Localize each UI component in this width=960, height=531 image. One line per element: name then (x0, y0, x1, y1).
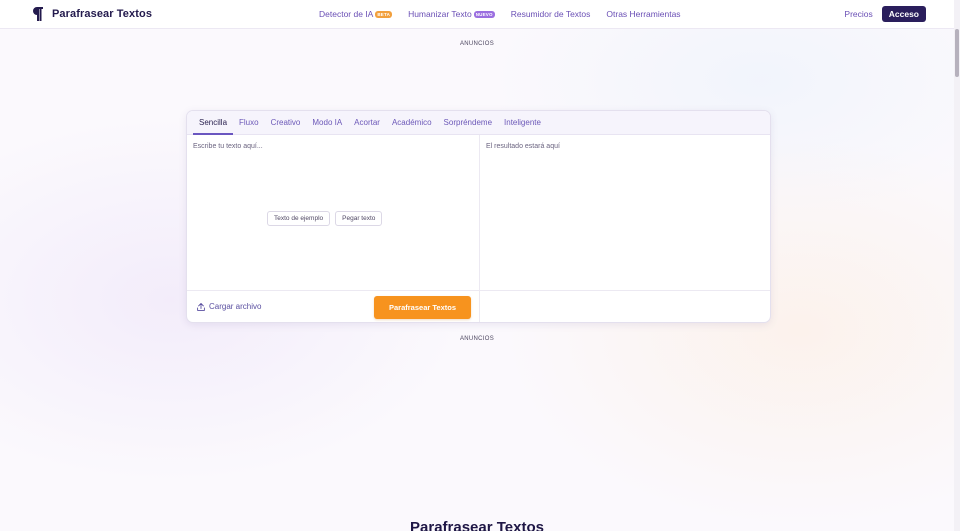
top-navbar: Parafrasear Textos Detector de IA BETA H… (0, 0, 954, 29)
paste-text-button[interactable]: Pegar texto (335, 211, 383, 226)
page-scrollbar[interactable] (954, 0, 960, 531)
brand-name: Parafrasear Textos (52, 8, 153, 20)
beta-badge: BETA (375, 10, 393, 18)
upload-icon (197, 302, 205, 311)
pilcrow-icon (33, 7, 43, 21)
input-actions: Texto de ejemplo Pegar texto (267, 211, 387, 226)
tab-fluxo[interactable]: Fluxo (233, 111, 265, 134)
text-panes: Escribe tu texto aquí... Texto de ejempl… (187, 135, 770, 290)
ad-label-top: ANUNCIOS (459, 41, 495, 47)
sample-text-button[interactable]: Texto de ejemplo (267, 211, 331, 226)
output-area[interactable]: El resultado estará aquí (480, 135, 770, 290)
output-footer (480, 291, 770, 322)
upload-file-button[interactable]: Cargar archivo (197, 302, 261, 311)
paraphrase-tool: Sencilla Fluxo Creativo Modo IA Acortar … (186, 110, 771, 323)
input-textarea[interactable]: Escribe tu texto aquí... Texto de ejempl… (187, 135, 480, 290)
nav-otras-herramientas-label: Otras Herramientas (606, 9, 681, 19)
mode-tabs: Sencilla Fluxo Creativo Modo IA Acortar … (187, 111, 770, 135)
tab-inteligente[interactable]: Inteligente (498, 111, 547, 134)
header-actions: Precios Acceso (844, 6, 926, 22)
prices-link[interactable]: Precios (844, 9, 872, 19)
nav-humanizar-texto-label: Humanizar Texto (408, 9, 472, 19)
nav-humanizar-texto[interactable]: Humanizar Texto NUEVO (408, 9, 495, 19)
login-button[interactable]: Acceso (881, 6, 926, 22)
paraphrase-button[interactable]: Parafrasear Textos (374, 296, 471, 319)
input-placeholder: Escribe tu texto aquí... (193, 143, 263, 150)
main-nav: Detector de IA BETA Humanizar Texto NUEV… (319, 9, 697, 19)
input-footer: Cargar archivo Parafrasear Textos (187, 291, 480, 322)
ad-label-bottom: ANUNCIOS (459, 336, 495, 342)
nav-resumidor[interactable]: Resumidor de Textos (511, 9, 591, 19)
tab-creativo[interactable]: Creativo (265, 111, 307, 134)
nav-resumidor-label: Resumidor de Textos (510, 9, 591, 19)
nuevo-badge: NUEVO (473, 10, 495, 18)
upload-file-label: Cargar archivo (209, 302, 262, 311)
tab-acortar[interactable]: Acortar (348, 111, 386, 134)
nav-detector-ia[interactable]: Detector de IA BETA (319, 9, 393, 19)
tool-footer: Cargar archivo Parafrasear Textos (187, 290, 770, 322)
scrollbar-thumb[interactable] (955, 29, 959, 77)
tab-sorprendeme[interactable]: Sorpréndeme (438, 111, 498, 134)
tab-modo-ia[interactable]: Modo IA (306, 111, 348, 134)
brand[interactable]: Parafrasear Textos (32, 7, 152, 21)
nav-detector-ia-label: Detector de IA (319, 9, 374, 19)
tab-academico[interactable]: Académico (386, 111, 438, 134)
section-heading: Parafrasear Textos (410, 519, 544, 531)
nav-otras-herramientas[interactable]: Otras Herramientas (606, 9, 680, 19)
output-placeholder: El resultado estará aquí (486, 143, 560, 150)
tab-sencilla[interactable]: Sencilla (193, 111, 234, 135)
